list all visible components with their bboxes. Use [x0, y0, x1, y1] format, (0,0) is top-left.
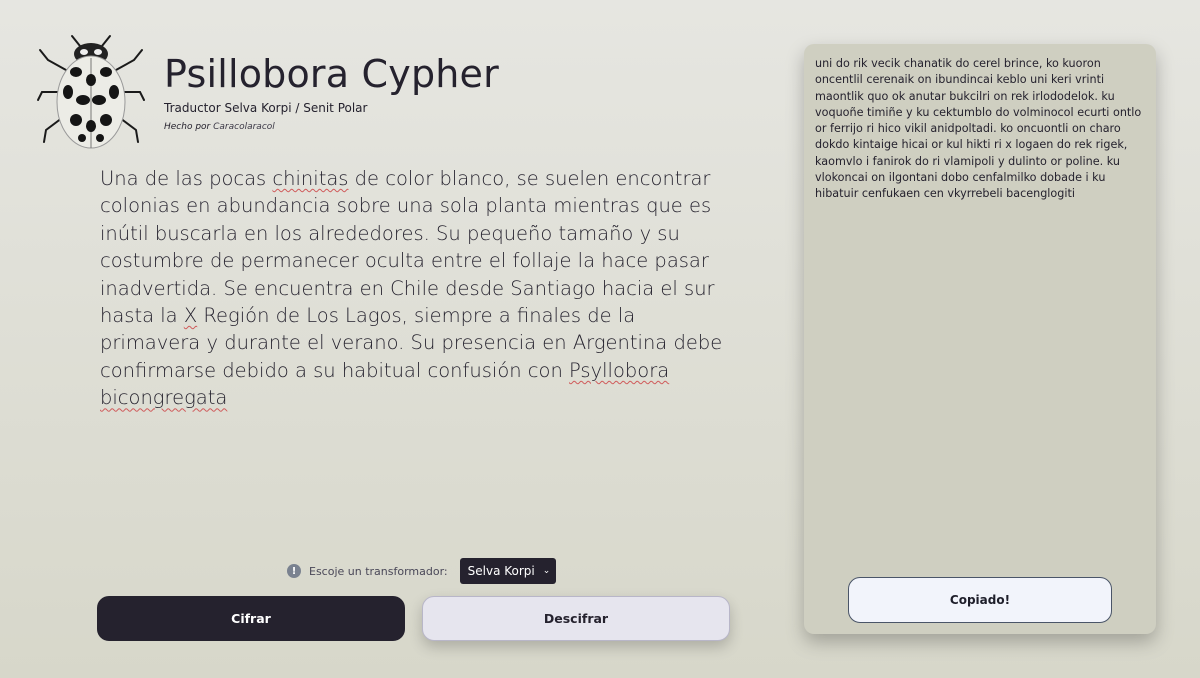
info-icon[interactable]: ! [287, 564, 301, 578]
chevron-down-icon: ⌄ [542, 566, 551, 576]
copy-button[interactable]: Copiado! [848, 577, 1112, 623]
page-subtitle: Traductor Selva Korpi / Senit Polar [164, 101, 368, 115]
transformer-selector-row: ! Escoje un transformador: Selva Korpi ⌄ [287, 558, 557, 584]
credit-prefix: Hecho por [164, 122, 211, 132]
output-card: uni do rik vecik chanatik do cerel brinc… [804, 44, 1156, 634]
source-segment-misspelled: Psyllobora [569, 358, 670, 382]
source-segment: Una de las pocas [100, 167, 273, 190]
page-title: Psillobora Cypher [164, 52, 499, 96]
source-segment-misspelled: X [183, 304, 198, 328]
source-segment-misspelled: chinitas [272, 167, 349, 190]
decrypt-button[interactable]: Descifrar [422, 596, 730, 641]
transformer-select[interactable]: Selva Korpi ⌄ [459, 558, 557, 584]
encrypt-button[interactable]: Cifrar [97, 596, 405, 641]
credit-line: Hecho por Caracolaracol [164, 122, 275, 132]
output-text[interactable]: uni do rik vecik chanatik do cerel brinc… [815, 56, 1148, 203]
transformer-select-value: Selva Korpi [467, 564, 535, 578]
transformer-label: Escoje un transformador: [309, 564, 448, 578]
credit-author: Caracolaracol [213, 122, 275, 132]
ladybug-icon [37, 35, 145, 149]
source-segment-misspelled: bicongregata [100, 386, 228, 410]
source-text-area[interactable]: Una de las pocas chinitas de color blanc… [100, 165, 740, 412]
